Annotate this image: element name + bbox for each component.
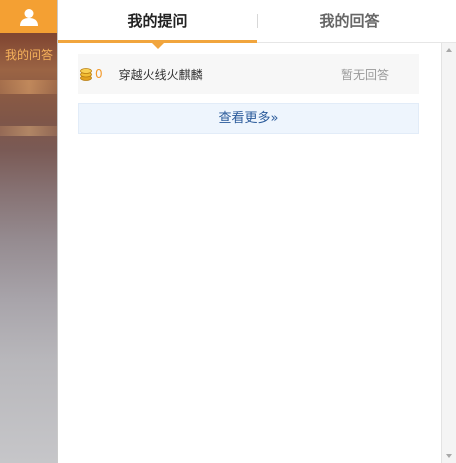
question-list-item[interactable]: 0 穿越火线火麒麟 暂无回答: [78, 54, 419, 94]
avatar[interactable]: [0, 0, 57, 33]
coin-icon: [80, 67, 92, 81]
tab-label: 我的回答: [319, 12, 380, 30]
app-window: 我的问答 我的提问 我的回答 0 穿越火线火麒麟 暂无回答 查看更多»: [0, 0, 456, 463]
sidebar-background-glow: [0, 80, 57, 94]
answer-status: 暂无回答: [340, 67, 389, 82]
view-more-button[interactable]: 查看更多»: [78, 103, 419, 134]
tab-my-answers[interactable]: 我的回答: [258, 0, 441, 42]
scroll-up-arrow-icon[interactable]: [446, 48, 452, 52]
header-corner: [441, 0, 456, 43]
reward-value: 0: [95, 67, 103, 81]
tab-bar: 我的提问 我的回答: [58, 0, 441, 49]
view-more-label: 查看更多»: [218, 111, 279, 126]
vertical-scrollbar[interactable]: [441, 43, 456, 463]
user-icon: [20, 8, 38, 26]
sidebar-background-glow: [0, 126, 57, 136]
tab-my-questions[interactable]: 我的提问: [58, 0, 257, 49]
scroll-down-arrow-icon[interactable]: [446, 454, 452, 458]
main-panel: 我的提问 我的回答 0 穿越火线火麒麟 暂无回答 查看更多»: [58, 0, 441, 463]
sidebar-item-my-qa[interactable]: 我的问答: [0, 46, 57, 63]
sidebar: 我的问答: [0, 0, 58, 463]
sidebar-item-label: 我的问答: [4, 48, 53, 62]
tab-label: 我的提问: [127, 12, 188, 30]
active-tab-caret: [152, 43, 164, 49]
question-title[interactable]: 穿越火线火麒麟: [119, 66, 341, 83]
